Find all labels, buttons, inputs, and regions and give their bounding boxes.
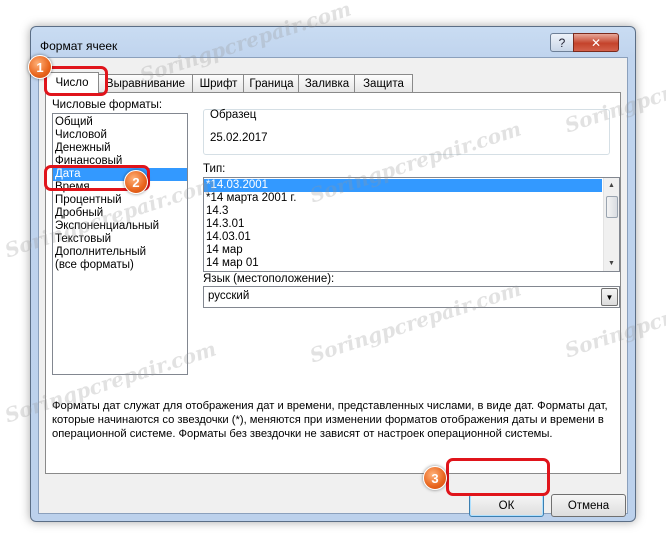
dialog-body: Число Выравнивание Шрифт Граница Заливка… — [38, 57, 628, 517]
type-item[interactable]: 14 мар 01 — [204, 257, 602, 270]
type-item[interactable]: 14.3.01 — [204, 218, 602, 231]
step-badge-2: 2 — [124, 170, 148, 194]
format-item-special[interactable]: Дополнительный — [53, 246, 187, 259]
format-item-percentage[interactable]: Процентный — [53, 194, 187, 207]
tab-alignment[interactable]: Выравнивание — [97, 74, 194, 92]
highlight-number-tab — [44, 66, 108, 96]
type-item[interactable]: *14.03.2001 — [204, 179, 602, 192]
type-list-scrollbar[interactable]: ▲ ▼ — [603, 178, 619, 271]
format-item-general[interactable]: Общий — [53, 116, 187, 129]
sample-value: 25.02.2017 — [210, 132, 268, 144]
tab-border[interactable]: Граница — [243, 74, 300, 92]
type-item[interactable]: 14.03.01 — [204, 231, 602, 244]
format-item-text[interactable]: Текстовый — [53, 233, 187, 246]
format-cells-dialog: Формат ячеек ? ✕ Число Выравнивание Шриф… — [30, 26, 636, 522]
ok-button[interactable]: ОК — [469, 494, 544, 517]
type-item[interactable]: 14.3 — [204, 205, 602, 218]
number-formats-label: Числовые форматы: — [52, 99, 163, 111]
format-description: Форматы дат служат для отображения дат и… — [52, 399, 612, 441]
tab-protection[interactable]: Защита — [354, 74, 413, 92]
language-select[interactable]: русский ▼ — [203, 286, 620, 308]
type-list[interactable]: *14.03.2001 *14 марта 2001 г. 14.3 14.3.… — [203, 177, 620, 272]
number-formats-list[interactable]: Общий Числовой Денежный Финансовый Дата … — [52, 113, 188, 375]
sample-group: Образец 25.02.2017 — [203, 109, 610, 155]
help-button[interactable]: ? — [550, 33, 574, 52]
step-badge-1: 1 — [28, 55, 52, 79]
language-value: русский — [208, 290, 250, 302]
description-line: операционной системе. Форматы без звездо… — [52, 428, 553, 440]
tab-font[interactable]: Шрифт — [192, 74, 245, 92]
format-item-number[interactable]: Числовой — [53, 129, 187, 142]
close-button[interactable]: ✕ — [573, 33, 619, 52]
dropdown-arrow-icon[interactable]: ▼ — [601, 288, 618, 306]
type-item[interactable]: 14 мар — [204, 244, 602, 257]
type-item[interactable]: *14 марта 2001 г. — [204, 192, 602, 205]
scroll-thumb[interactable] — [606, 196, 618, 218]
number-tab-panel: Числовые форматы: Общий Числовой Денежны… — [45, 92, 621, 474]
format-item-currency[interactable]: Денежный — [53, 142, 187, 155]
tab-fill[interactable]: Заливка — [298, 74, 356, 92]
format-item-scientific[interactable]: Экспоненциальный — [53, 220, 187, 233]
language-label: Язык (местоположение): — [203, 273, 335, 285]
description-line: Форматы дат служат для отображения дат и… — [52, 400, 608, 412]
highlight-ok-button — [446, 458, 550, 496]
cancel-button[interactable]: Отмена — [551, 494, 626, 517]
description-line: которые начинаются со звездочки (*), мен… — [52, 414, 604, 426]
format-item-fraction[interactable]: Дробный — [53, 207, 187, 220]
scroll-down-icon[interactable]: ▼ — [604, 256, 619, 271]
step-badge-3: 3 — [423, 466, 447, 490]
dialog-title: Формат ячеек — [40, 39, 118, 53]
format-item-custom[interactable]: (все форматы) — [53, 259, 187, 272]
scroll-up-icon[interactable]: ▲ — [604, 178, 619, 193]
type-label: Тип: — [203, 163, 226, 175]
sample-label: Образец — [210, 109, 257, 121]
